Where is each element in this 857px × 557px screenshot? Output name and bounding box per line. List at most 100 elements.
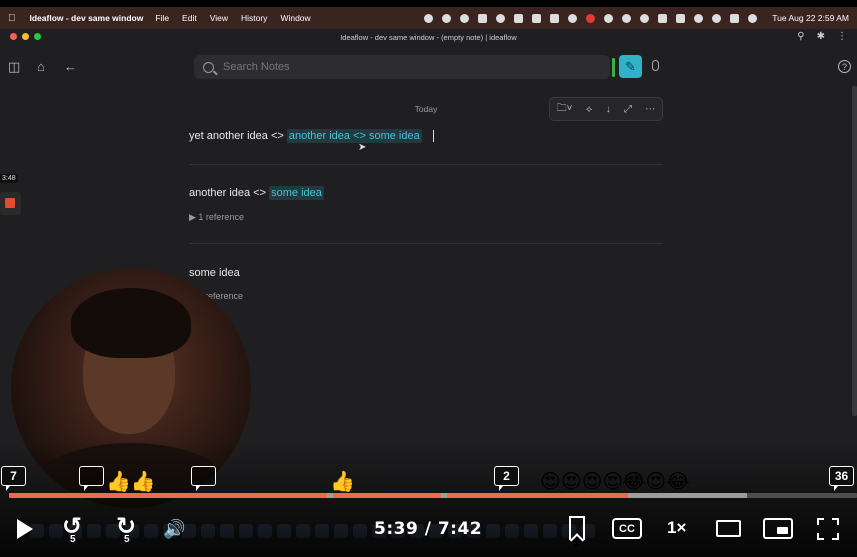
play-button[interactable] bbox=[17, 519, 33, 539]
sidebar-toggle-icon[interactable]: ◫ bbox=[8, 59, 20, 75]
menu-view[interactable]: View bbox=[210, 13, 228, 23]
cloud-icon[interactable] bbox=[460, 13, 470, 23]
bluetooth-icon[interactable] bbox=[658, 13, 668, 23]
menu-file[interactable]: File bbox=[155, 13, 169, 23]
skip-back-button[interactable]: ↺ 5 bbox=[62, 515, 82, 546]
note-editor-current[interactable]: yet another idea <> another idea <> some… bbox=[189, 129, 434, 143]
progress-played-chapter bbox=[447, 493, 629, 498]
note-link-tag[interactable]: some idea bbox=[269, 186, 324, 200]
scrollbar[interactable] bbox=[852, 86, 857, 416]
menubar-clock[interactable]: Tue Aug 22 2:59 AM bbox=[772, 13, 849, 23]
references-toggle[interactable]: ▶ 1 reference bbox=[189, 212, 244, 223]
feed-date-label: Today bbox=[414, 104, 438, 114]
skip-forward-button[interactable]: ↻ 5 bbox=[116, 515, 136, 546]
help-icon[interactable]: ? bbox=[838, 60, 851, 73]
video-progress-bar[interactable] bbox=[9, 493, 857, 498]
captions-button[interactable]: CC bbox=[612, 518, 642, 539]
wifi-icon[interactable] bbox=[694, 13, 704, 23]
menu-edit[interactable]: Edit bbox=[182, 13, 197, 23]
notification-icon[interactable] bbox=[586, 13, 596, 23]
webcam-hair bbox=[71, 288, 191, 358]
compose-icon: ✎ bbox=[625, 58, 636, 74]
blocker-icon[interactable] bbox=[496, 13, 506, 23]
text-caret bbox=[432, 130, 434, 143]
arrow-down-icon[interactable]: ↓ bbox=[606, 104, 611, 115]
bookmark-icon[interactable] bbox=[569, 516, 585, 540]
skip-back-seconds: 5 bbox=[70, 534, 76, 545]
note-item[interactable]: some idea bbox=[189, 267, 240, 279]
note-text: another idea <> bbox=[189, 187, 267, 199]
thumbs-up-reactions[interactable]: 👍👍 bbox=[106, 472, 156, 492]
playback-speed-button[interactable]: 1× bbox=[667, 518, 686, 538]
note-divider bbox=[189, 164, 663, 165]
menu-history[interactable]: History bbox=[241, 13, 267, 23]
skip-forward-seconds: 5 bbox=[124, 534, 130, 545]
search-input[interactable]: Search Notes bbox=[194, 55, 610, 79]
moon-icon[interactable] bbox=[640, 13, 650, 23]
home-icon[interactable]: ⌂ bbox=[37, 59, 45, 74]
location-icon[interactable] bbox=[424, 13, 434, 23]
note-text: some idea bbox=[189, 267, 240, 279]
apple-icon[interactable]:  bbox=[8, 13, 16, 24]
recording-timer: 3:48 bbox=[0, 174, 18, 183]
stop-icon bbox=[5, 198, 15, 208]
search-icon bbox=[203, 61, 214, 73]
close-window-button[interactable] bbox=[10, 33, 17, 40]
theater-mode-button[interactable] bbox=[716, 520, 741, 537]
pin-icon[interactable]: ⟡ bbox=[586, 104, 593, 115]
clock-tray-icon[interactable] bbox=[622, 13, 632, 23]
maximize-window-button[interactable] bbox=[34, 33, 41, 40]
control-center-icon[interactable] bbox=[730, 13, 740, 23]
comment-marker[interactable] bbox=[191, 466, 216, 491]
microphone-icon[interactable] bbox=[652, 60, 659, 71]
fullscreen-button[interactable] bbox=[817, 518, 839, 540]
comment-count-marker[interactable]: 36 bbox=[829, 466, 854, 491]
comment-count-marker[interactable]: 2 bbox=[494, 466, 519, 491]
note-toolbar: 🗀˅ ⟡ ↓ ⤢ ⋯ bbox=[549, 97, 663, 121]
zoom-icon[interactable]: ⚲ bbox=[797, 31, 804, 42]
battery-icon[interactable] bbox=[676, 13, 686, 23]
volume-icon[interactable]: 🔊 bbox=[163, 519, 185, 540]
search-placeholder: Search Notes bbox=[223, 61, 290, 73]
progress-played-chapter bbox=[9, 493, 327, 498]
window-titlebar: Ideaflow - dev same window - (empty note… bbox=[0, 29, 857, 45]
app-tray-icon[interactable] bbox=[532, 13, 542, 23]
macos-menubar:  Ideaflow - dev same window File Edit V… bbox=[0, 7, 857, 29]
window-title: Ideaflow - dev same window - (empty note… bbox=[340, 32, 517, 42]
note-item[interactable]: another idea <> some idea bbox=[189, 186, 324, 200]
menu-window[interactable]: Window bbox=[280, 13, 310, 23]
spotlight-icon[interactable] bbox=[712, 13, 722, 23]
note-divider bbox=[189, 243, 663, 244]
account-icon[interactable] bbox=[604, 13, 614, 23]
stop-recording-button[interactable] bbox=[0, 192, 21, 215]
status-tray: Tue Aug 22 2:59 AM bbox=[424, 13, 849, 23]
note-link-tag[interactable]: another idea <> some idea bbox=[286, 129, 422, 143]
note-text: yet another idea <> bbox=[189, 130, 284, 142]
window-controls bbox=[10, 33, 41, 40]
more-vertical-icon[interactable]: ⋮ bbox=[837, 31, 847, 42]
progress-played-chapter bbox=[333, 493, 441, 498]
back-arrow-icon[interactable]: ← bbox=[64, 59, 77, 74]
laugh-reactions[interactable]: 😂😍😂 bbox=[622, 472, 690, 492]
comment-count-marker[interactable]: 7 bbox=[1, 466, 26, 491]
sync-status-indicator bbox=[612, 58, 615, 77]
more-horizontal-icon[interactable]: ⋯ bbox=[645, 104, 655, 115]
new-note-button[interactable]: ✎ bbox=[619, 55, 642, 78]
calendar-icon[interactable] bbox=[550, 13, 560, 23]
picture-in-picture-button[interactable] bbox=[763, 518, 793, 539]
gear-icon[interactable] bbox=[442, 13, 452, 23]
minimize-window-button[interactable] bbox=[22, 33, 29, 40]
siri-icon[interactable] bbox=[748, 13, 758, 23]
title-toolbar: ⚲ ✱ ⋮ bbox=[797, 31, 847, 42]
time-display: 5:39 / 7:42 bbox=[374, 519, 483, 539]
comment-marker[interactable] bbox=[79, 466, 104, 491]
mouse-pointer-icon: ➤ bbox=[358, 142, 367, 153]
extension-icon[interactable]: ✱ bbox=[817, 31, 825, 42]
expand-icon[interactable]: ⤢ bbox=[624, 104, 632, 115]
folder-icon[interactable]: 🗀˅ bbox=[557, 101, 573, 118]
shield-icon[interactable] bbox=[514, 13, 524, 23]
chat-icon[interactable] bbox=[568, 13, 578, 23]
thumbs-up-reaction[interactable]: 👍 bbox=[330, 472, 355, 492]
menubar-app-name[interactable]: Ideaflow - dev same window bbox=[30, 13, 144, 23]
wd-icon[interactable] bbox=[478, 13, 488, 23]
